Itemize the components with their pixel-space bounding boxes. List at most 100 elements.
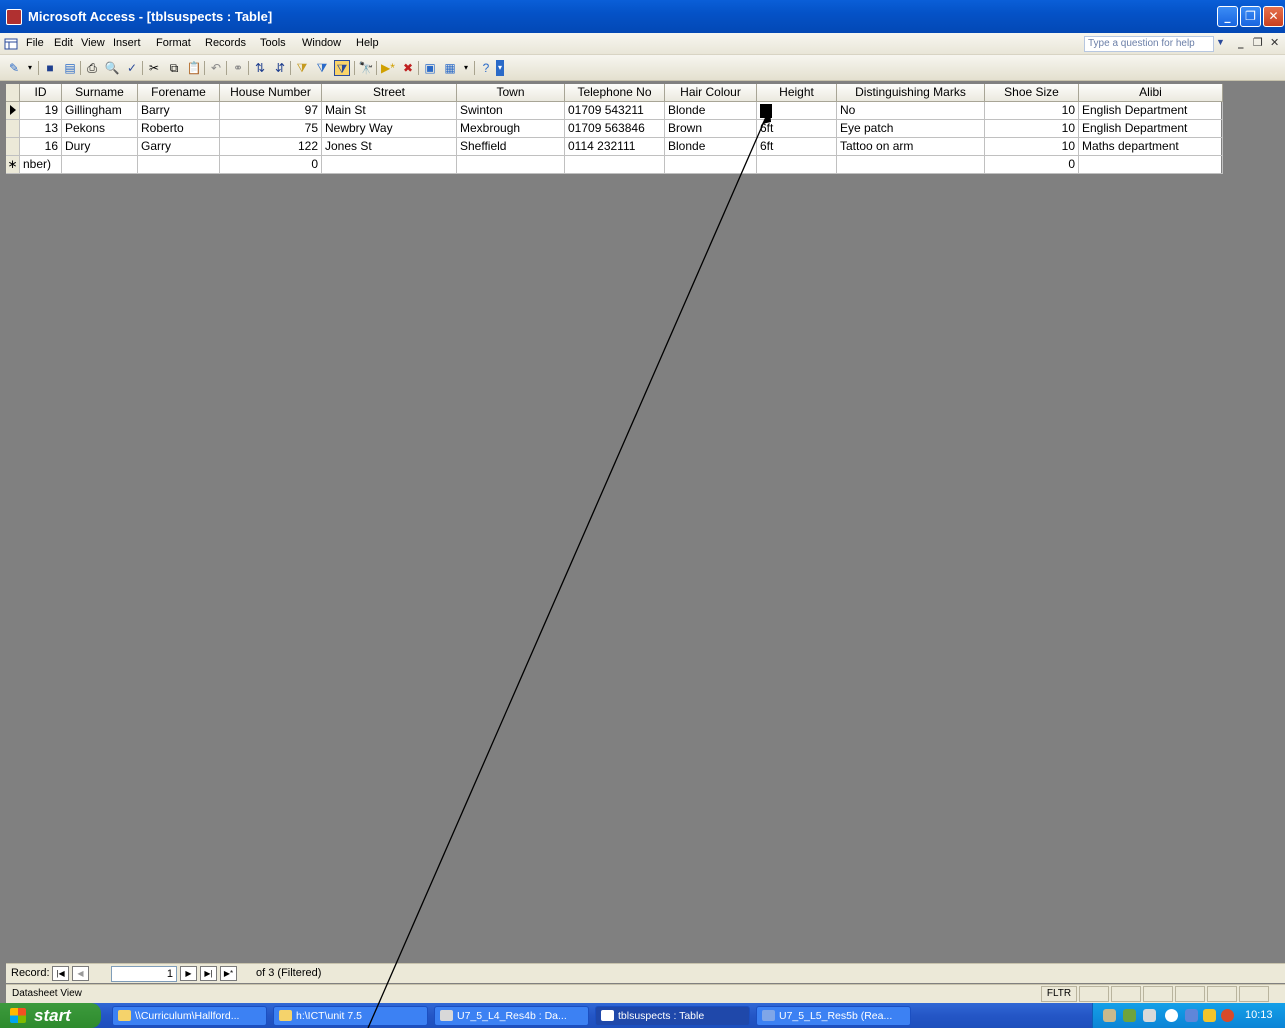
cell-surname[interactable]: Dury (62, 138, 138, 156)
find-icon[interactable]: 🔭 (358, 60, 374, 76)
new-object-icon[interactable]: ▦ (442, 60, 458, 76)
cell-forename[interactable]: Garry (138, 138, 220, 156)
file-search-icon[interactable]: ▤ (62, 60, 78, 76)
cell-alibi[interactable]: Maths department (1079, 138, 1223, 156)
cell-id[interactable]: 13 (20, 120, 62, 138)
cell-id[interactable]: 19 (20, 102, 62, 120)
sort-ascending-icon[interactable]: ⇅ (252, 60, 268, 76)
cell-house-number[interactable]: 75 (220, 120, 322, 138)
cell-alibi[interactable]: English Department (1079, 120, 1223, 138)
cell-height[interactable]: 6ft (757, 138, 837, 156)
tray-network-icon[interactable] (1123, 1009, 1136, 1022)
cell-telephone-no[interactable]: 01709 563846 (565, 120, 665, 138)
cell-forename[interactable]: Roberto (138, 120, 220, 138)
table-row[interactable]: 13 Pekons Roberto 75 Newbry Way Mexbrough 0170… (6, 120, 1223, 138)
column-header-street[interactable]: Street (322, 84, 457, 102)
cell-distinguishing-marks[interactable]: Tattoo on arm (837, 138, 985, 156)
view-design-icon[interactable]: ✎ (6, 60, 22, 76)
column-header-telephone-no[interactable]: Telephone No (565, 84, 665, 102)
taskbar-item-database[interactable]: U7_5_L4_Res4b : Da... (434, 1006, 589, 1026)
cell-hair-colour[interactable]: Blonde (665, 102, 757, 120)
menu-view[interactable]: View (81, 37, 105, 49)
new-cell-distinguishing-marks[interactable] (837, 156, 985, 174)
copy-icon[interactable]: ⧉ (166, 60, 182, 76)
tray-security-icon[interactable] (1221, 1009, 1234, 1022)
start-button[interactable]: start (0, 1003, 101, 1028)
print-icon[interactable]: ⎙ (84, 60, 100, 76)
new-cell-alibi[interactable] (1079, 156, 1223, 174)
menu-tools[interactable]: Tools (260, 37, 286, 49)
cell-telephone-no[interactable]: 01709 543211 (565, 102, 665, 120)
menu-file[interactable]: File (26, 37, 44, 49)
column-header-height[interactable]: Height (757, 84, 837, 102)
menu-window[interactable]: Window (302, 37, 341, 49)
select-all-corner[interactable] (6, 84, 20, 102)
filter-by-form-icon[interactable]: ⧩ (314, 60, 330, 76)
cell-town[interactable]: Mexbrough (457, 120, 565, 138)
sort-descending-icon[interactable]: ⇵ (272, 60, 288, 76)
new-cell-telephone-no[interactable] (565, 156, 665, 174)
table-row[interactable]: 19 Gillingham Barry 97 Main St Swinton 01709 5… (6, 102, 1223, 120)
column-header-town[interactable]: Town (457, 84, 565, 102)
menu-insert[interactable]: Insert (113, 37, 141, 49)
cell-telephone-no[interactable]: 0114 232111 (565, 138, 665, 156)
child-restore-button[interactable]: ❐ (1253, 36, 1263, 49)
cell-house-number[interactable]: 97 (220, 102, 322, 120)
filter-by-selection-icon[interactable]: ⧩ (294, 60, 310, 76)
help-dropdown-icon[interactable]: ▼ (1216, 37, 1225, 47)
restore-button[interactable]: ❐ (1240, 6, 1261, 27)
cell-height[interactable] (757, 102, 837, 120)
close-button[interactable]: ✕ (1263, 6, 1284, 27)
record-selector[interactable] (6, 102, 20, 120)
taskbar-item-curriculum-folder[interactable]: \\Curriculum\Hallford... (112, 1006, 267, 1026)
new-record-asterisk-icon[interactable]: ∗ (6, 156, 20, 174)
access-app-icon[interactable] (6, 9, 22, 25)
tray-pen-icon[interactable] (1103, 1009, 1116, 1022)
cell-street[interactable]: Jones St (322, 138, 457, 156)
child-close-button[interactable]: ✕ (1270, 36, 1279, 49)
cell-shoe-size[interactable]: 10 (985, 102, 1079, 120)
record-selector[interactable] (6, 120, 20, 138)
column-header-alibi[interactable]: Alibi (1079, 84, 1223, 102)
new-record-icon[interactable]: ▶* (380, 60, 396, 76)
last-record-button[interactable]: ▶| (200, 966, 217, 981)
column-header-surname[interactable]: Surname (62, 84, 138, 102)
cell-street[interactable]: Newbry Way (322, 120, 457, 138)
cell-town[interactable]: Swinton (457, 102, 565, 120)
cell-surname[interactable]: Pekons (62, 120, 138, 138)
new-cell-id[interactable]: nber) (20, 156, 62, 174)
undo-icon[interactable]: ↶ (208, 60, 224, 76)
column-header-id[interactable]: ID (20, 84, 62, 102)
column-header-distinguishing-marks[interactable]: Distinguishing Marks (837, 84, 985, 102)
current-record-input[interactable]: 1 (111, 966, 177, 982)
tray-star-icon[interactable] (1203, 1009, 1216, 1022)
cell-house-number[interactable]: 122 (220, 138, 322, 156)
column-header-shoe-size[interactable]: Shoe Size (985, 84, 1079, 102)
taskbar-item-word-document[interactable]: U7_5_L5_Res5b (Rea... (756, 1006, 911, 1026)
cell-town[interactable]: Sheffield (457, 138, 565, 156)
first-record-button[interactable]: |◀ (52, 966, 69, 981)
menu-edit[interactable]: Edit (54, 37, 73, 49)
save-icon[interactable]: ■ (42, 60, 58, 76)
tray-app-icon[interactable] (1185, 1009, 1198, 1022)
database-window-icon[interactable]: ▣ (422, 60, 438, 76)
new-record-row[interactable]: ∗ nber) 0 0 (6, 156, 1223, 174)
taskbar-item-ict-folder[interactable]: h:\ICT\unit 7.5 (273, 1006, 428, 1026)
new-cell-street[interactable] (322, 156, 457, 174)
cell-alibi[interactable]: English Department (1079, 102, 1223, 120)
minimize-button[interactable]: _ (1217, 6, 1238, 27)
new-cell-town[interactable] (457, 156, 565, 174)
menu-help[interactable]: Help (356, 37, 379, 49)
paste-icon[interactable]: 📋 (186, 60, 202, 76)
menu-records[interactable]: Records (205, 37, 246, 49)
new-cell-height[interactable] (757, 156, 837, 174)
column-header-forename[interactable]: Forename (138, 84, 220, 102)
print-preview-icon[interactable]: 🔍 (104, 60, 120, 76)
cell-hair-colour[interactable]: Brown (665, 120, 757, 138)
cell-shoe-size[interactable]: 10 (985, 120, 1079, 138)
cell-distinguishing-marks[interactable]: No (837, 102, 985, 120)
new-cell-shoe-size[interactable]: 0 (985, 156, 1079, 174)
child-minimize-button[interactable]: _ (1238, 36, 1244, 49)
tray-volume-icon[interactable] (1143, 1009, 1156, 1022)
menu-format[interactable]: Format (156, 37, 191, 49)
